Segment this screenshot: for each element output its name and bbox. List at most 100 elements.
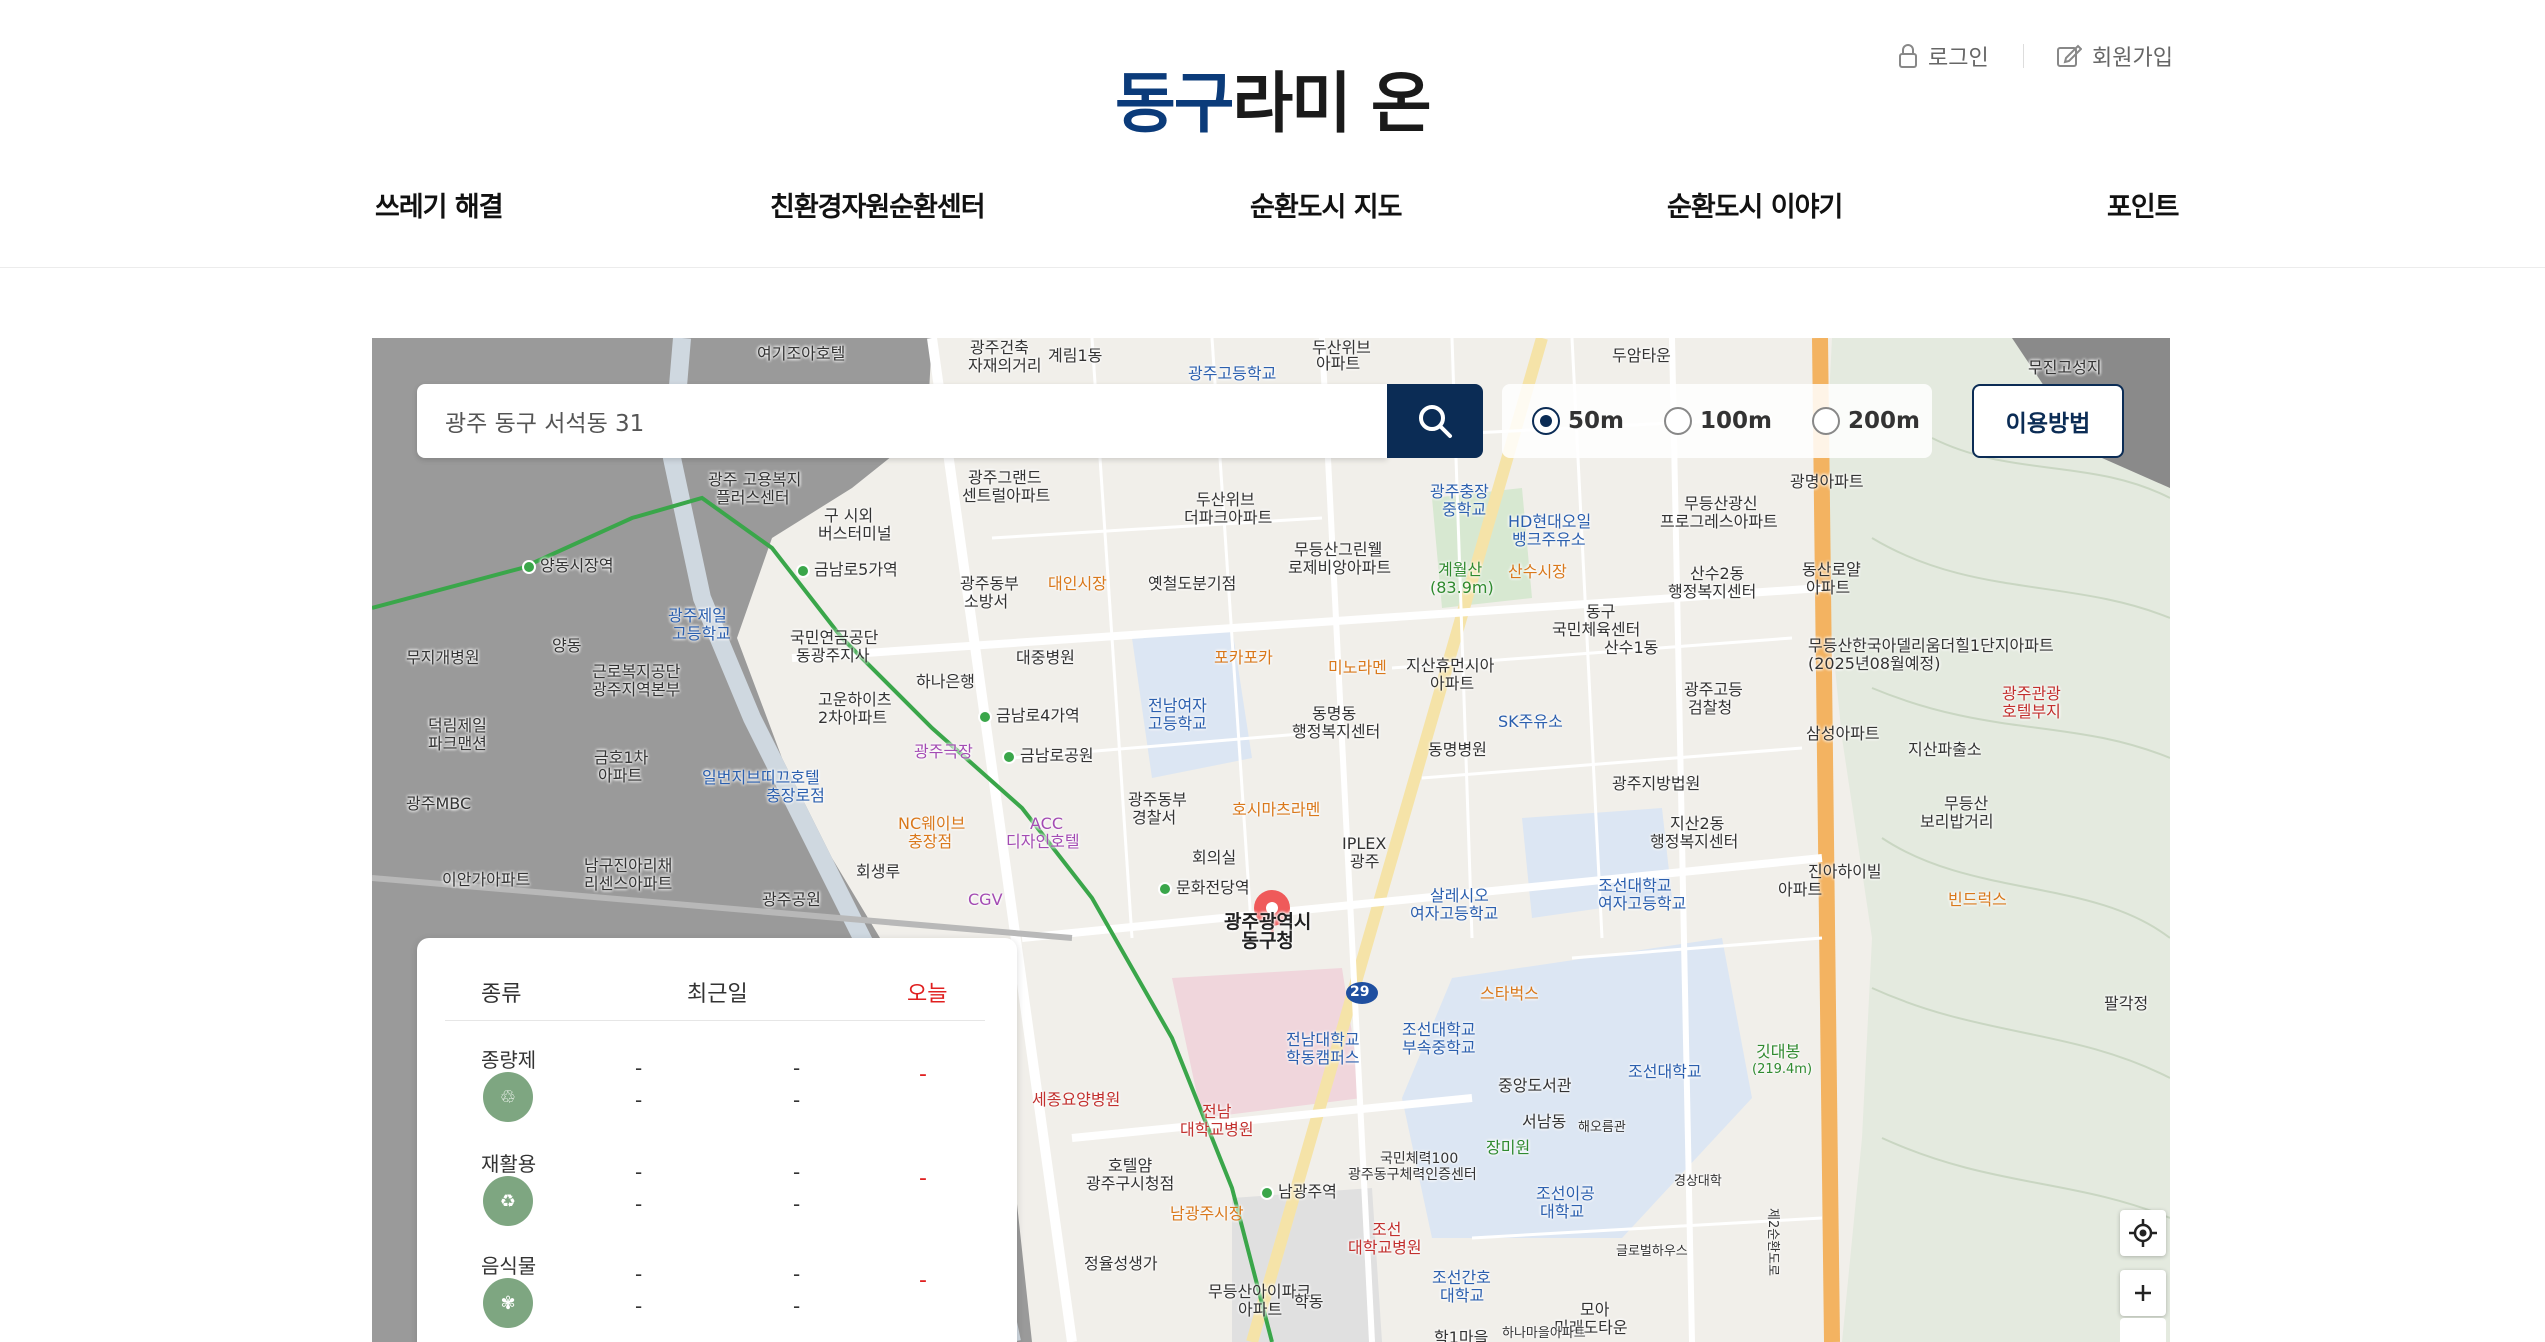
map-label: 무등산그린웰 — [1294, 540, 1383, 559]
map-label: 광주고등 — [1684, 680, 1743, 699]
util-divider — [2023, 44, 2024, 68]
map-label: (83.9m) — [1430, 578, 1494, 597]
how-to-use-button[interactable]: 이용방법 — [1972, 384, 2124, 458]
logo-part1: 동구 — [1115, 65, 1234, 142]
map-label: 근로복지공단 — [592, 662, 681, 681]
map-label: 이안가아파트 — [442, 870, 531, 889]
search-input[interactable] — [417, 384, 1387, 458]
map-label: 금남로4가역 — [978, 706, 1080, 725]
map-label: 아파트 — [1316, 354, 1361, 373]
map-label: 광주제일 — [668, 606, 727, 625]
map-label: 산수2동 — [1690, 564, 1745, 583]
recent-value: - — [635, 1294, 643, 1318]
my-location-button[interactable] — [2120, 1210, 2166, 1256]
map-label: 버스터미널 — [818, 524, 892, 543]
zoom-in-button[interactable] — [2120, 1270, 2166, 1316]
map-label: 아파트 — [1806, 578, 1851, 597]
map-label: 모아 — [1580, 1300, 1610, 1319]
nav-item-points[interactable]: 포인트 — [2107, 185, 2180, 224]
map-label: 충장점 — [908, 832, 953, 851]
map-label: 고운하이츠 — [818, 690, 892, 709]
zoom-slider[interactable] — [2120, 1318, 2166, 1342]
signup-link[interactable]: 회원가입 — [2056, 40, 2173, 72]
map-label: 광주 — [1350, 852, 1380, 871]
map-label: 학동캠퍼스 — [1286, 1048, 1360, 1067]
nav-item-eco-center[interactable]: 친환경자원순환센터 — [770, 185, 986, 224]
map-label: 행정복지센터 — [1292, 722, 1381, 741]
map-label: 광주관광 — [2002, 684, 2061, 703]
map-label: 장미원 — [1486, 1138, 1531, 1157]
map-view[interactable]: 29 광주광역시 동구청 여기조아호텔 광주건축 자재의거리 계림1동 두산위브 … — [372, 338, 2170, 1342]
map-label: 팔각정 — [2104, 994, 2149, 1013]
today-value: - — [919, 1062, 927, 1087]
map-label: 포카포카 — [1214, 648, 1273, 667]
map-label: 전남여자 — [1148, 696, 1207, 715]
map-label: 조선간호 — [1432, 1268, 1491, 1287]
metro-station-icon — [1002, 749, 1016, 764]
map-label: 문화전당역 — [1158, 878, 1250, 897]
map-label: 동명병원 — [1428, 740, 1487, 759]
map-label: 무등산광신 — [1684, 494, 1758, 513]
map-label: 해오름관 — [1578, 1120, 1626, 1135]
map-label: 아파트 — [1430, 674, 1475, 693]
map-label: 무진고성지 — [2028, 358, 2102, 377]
map-label: 호텔부지 — [2002, 702, 2061, 721]
radio-icon — [1811, 407, 1840, 435]
metro-station-icon — [1158, 881, 1172, 896]
map-label: 행정복지센터 — [1650, 832, 1739, 851]
map-label: (219.4m) — [1752, 1062, 1813, 1077]
map-label: 소방서 — [964, 592, 1009, 611]
map-label: 로제비앙아파트 — [1288, 558, 1392, 577]
map-label: 아파트 — [598, 766, 643, 785]
map-label: 남구진아리채 — [584, 856, 673, 875]
login-link[interactable]: 로그인 — [1898, 40, 1989, 72]
map-label: 행정복지센터 — [1668, 582, 1757, 601]
map-label: 광주충장 — [1430, 482, 1489, 501]
radius-option-200m[interactable]: 200m — [1811, 407, 1920, 435]
recent-value: - — [635, 1056, 643, 1080]
recent-value: - — [793, 1192, 801, 1216]
map-label: 디자인호텔 — [1006, 832, 1080, 851]
nav-item-circular-story[interactable]: 순환도시 이야기 — [1667, 185, 1843, 224]
map-label: 양동 — [552, 636, 582, 655]
map-label: 보리밥거리 — [1920, 812, 1994, 831]
site-logo[interactable]: 동구라미 온 — [1115, 50, 1432, 146]
map-label: 금호1차 — [594, 748, 649, 767]
radius-option-50m[interactable]: 50m — [1532, 407, 1624, 435]
map-label: 지산휴먼시아 — [1406, 656, 1495, 675]
recent-value: - — [793, 1160, 801, 1184]
map-label: 동구 — [1586, 602, 1616, 621]
map-label: 무지개병원 — [406, 648, 480, 667]
map-label: 스타벅스 — [1480, 984, 1539, 1003]
map-label: 학1마을 — [1434, 1328, 1489, 1342]
recent-value: - — [635, 1262, 643, 1286]
table-row: 재활용 ♻ - - - - - — [417, 1148, 1017, 1248]
center-label: 광주광역시 동구청 — [1224, 913, 1311, 951]
radius-option-100m[interactable]: 100m — [1663, 407, 1772, 435]
table-row: 음식물 ✾ - - - - - — [417, 1250, 1017, 1342]
nav-item-circular-map[interactable]: 순환도시 지도 — [1250, 185, 1402, 224]
map-label: 광주건축 — [970, 338, 1029, 357]
map-label: 대중병원 — [1016, 648, 1075, 667]
metro-station-icon — [796, 563, 810, 578]
nav-item-trash[interactable]: 쓰레기 해결 — [375, 185, 504, 224]
map-label: 광주고등학교 — [1188, 364, 1277, 383]
map-label: 지산2동 — [1670, 814, 1725, 833]
map-label: (2025년08월예정) — [1808, 654, 1941, 673]
map-label: 옛철도분기점 — [1148, 574, 1237, 593]
map-label: 파크맨션 — [428, 734, 487, 753]
map-label: 남광주시장 — [1170, 1204, 1244, 1223]
map-label: 광주동구체력인증센터 — [1348, 1167, 1477, 1183]
search-button[interactable] — [1387, 384, 1483, 458]
map-label: 호텔얌 — [1108, 1156, 1153, 1175]
col-header-today: 오늘 — [907, 982, 948, 1007]
map-label: 깃대봉 — [1756, 1042, 1801, 1061]
map-label: 무등산한국아델리움더힐1단지아파트 — [1808, 636, 2054, 655]
map-label: 회생루 — [856, 862, 901, 881]
map-label: HD현대오일 — [1508, 512, 1592, 531]
recent-value: - — [793, 1056, 801, 1080]
map-label: 회의실 — [1192, 848, 1237, 867]
map-label: 프로그레스아파트 — [1660, 512, 1778, 531]
map-label: 동명동 — [1312, 704, 1357, 723]
metro-station-icon — [978, 709, 992, 724]
